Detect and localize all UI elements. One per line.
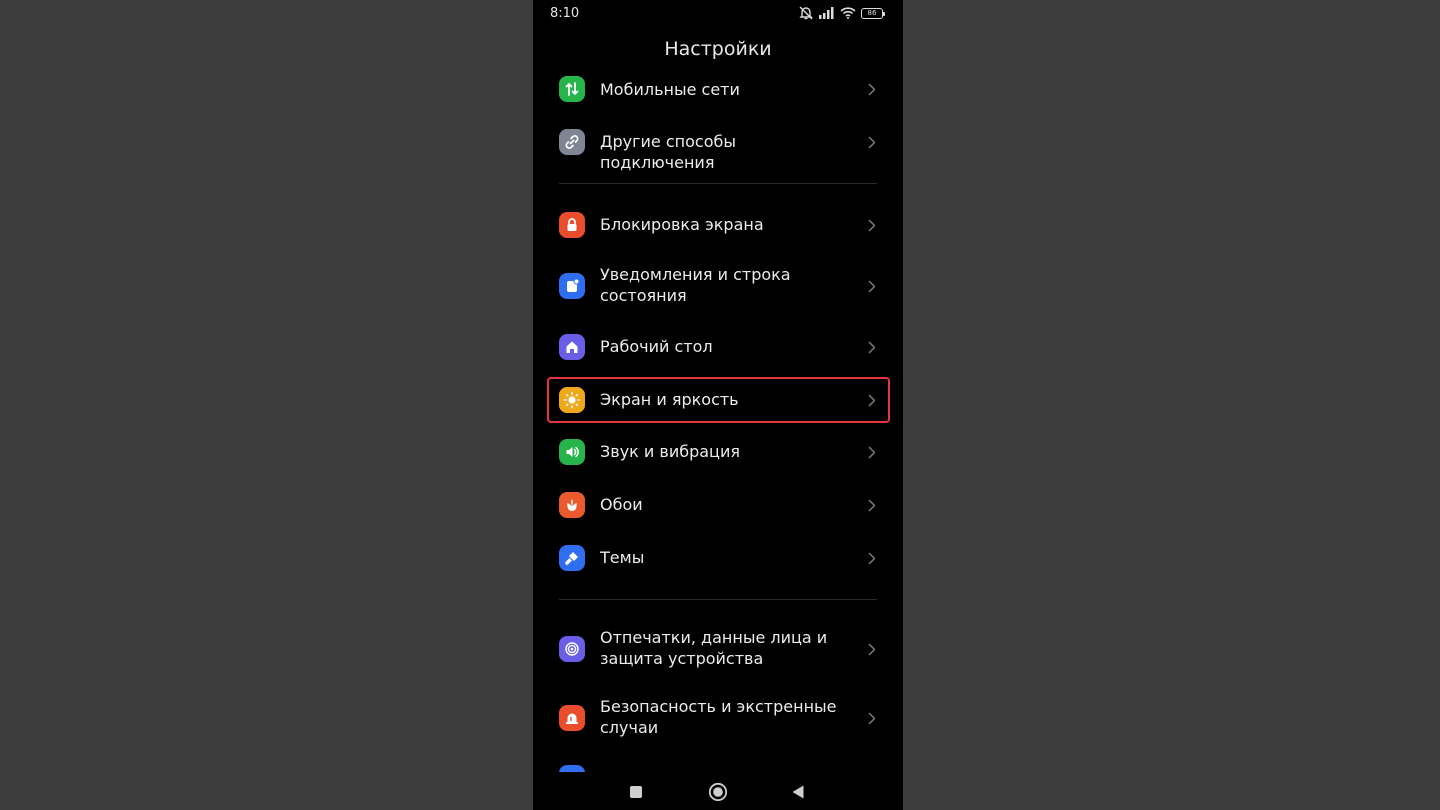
settings-item-label: Другие способы подключения [600,132,736,172]
link-icon [559,129,585,155]
settings-item-notifications[interactable]: Уведомления и строка состояния [533,262,903,310]
settings-item-themes[interactable]: Темы [533,538,903,578]
alarm-off-icon [798,6,814,20]
chevron-right-icon [866,340,878,354]
home-button[interactable] [706,780,730,804]
settings-item-label: Обои [600,495,643,514]
phone-screen: 8:10 86 Настройки Мобильные сети Другие … [533,0,903,810]
back-button[interactable] [786,780,810,804]
settings-item-label: Уведомления и строка состояния [600,265,791,305]
recent-apps-button[interactable] [624,780,648,804]
flower-icon [559,492,585,518]
section-divider [559,183,877,184]
chevron-right-icon [866,279,878,293]
highlight-frame [547,377,890,423]
wifi-icon [840,7,856,19]
chevron-right-icon [866,445,878,459]
chevron-right-icon [866,218,878,232]
battery-level: 86 [867,8,877,17]
page-title: Настройки [664,38,772,60]
settings-item-label: Мобильные сети [600,80,740,99]
lock-icon [559,212,585,238]
chevron-right-icon [866,135,878,149]
chevron-right-icon [866,498,878,512]
brush-icon [559,545,585,571]
settings-item-label: Звук и вибрация [600,442,740,461]
settings-item-mobile-networks[interactable]: Мобильные сети [533,70,903,108]
settings-item-label: Рабочий стол [600,337,713,356]
settings-item-safety[interactable]: Безопасность и экстренные случаи [533,694,903,742]
notification-icon [559,273,585,299]
settings-item-label: Безопасность и экстренные случаи [600,697,837,737]
home-icon [559,334,585,360]
alarm-icon [559,705,585,731]
chevron-right-icon [866,711,878,725]
section-divider [559,599,877,600]
settings-item-label: Отпечатки, данные лица и защита устройст… [600,628,828,668]
settings-item-other-connections[interactable]: Другие способы подключения [533,122,903,172]
navigation-bar [533,772,903,810]
chevron-right-icon [866,82,878,96]
settings-item-lock-screen[interactable]: Блокировка экрана [533,205,903,245]
settings-item-home-screen[interactable]: Рабочий стол [533,327,903,367]
status-bar: 8:10 86 [533,0,903,26]
battery-icon: 86 [861,7,885,19]
mobile-data-arrows-icon [559,76,585,102]
settings-item-label: Блокировка экрана [600,215,764,234]
chevron-right-icon [866,551,878,565]
settings-item-wallpaper[interactable]: Обои [533,485,903,525]
signal-icon [819,7,835,19]
status-icons: 86 [798,5,885,21]
speaker-icon [559,439,585,465]
settings-item-label: Темы [600,548,645,567]
settings-item-fingerprints[interactable]: Отпечатки, данные лица и защита устройст… [533,625,903,673]
settings-item-sound[interactable]: Звук и вибрация [533,432,903,472]
status-time: 8:10 [550,6,580,21]
fingerprint-icon [559,636,585,662]
chevron-right-icon [866,642,878,656]
